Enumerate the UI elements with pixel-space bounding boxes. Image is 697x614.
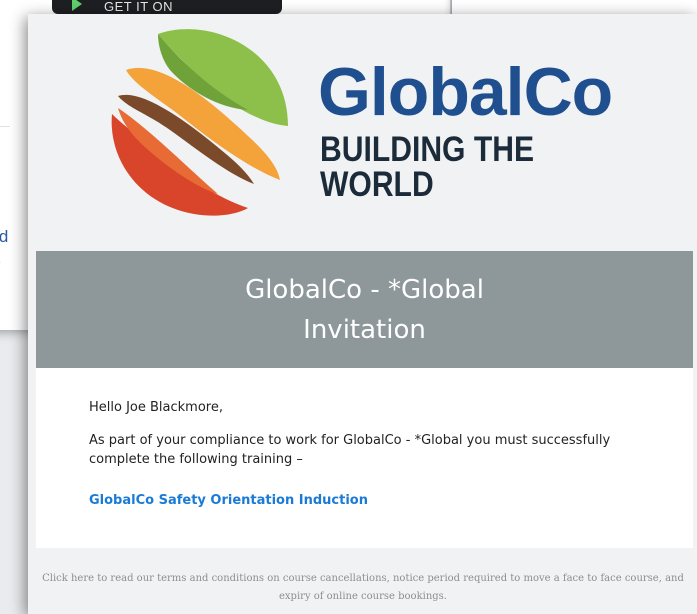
logo-header: GlobalCo BUILDING THE WORLD [28,14,697,251]
background-text-line-2: ws [0,250,1,270]
email-body: Hello Joe Blackmore, As part of your com… [36,368,693,548]
terms-and-conditions-link[interactable]: Click here to read our terms and conditi… [38,570,688,606]
brand-tagline: BUILDING THE WORLD [320,130,535,204]
course-link[interactable]: GlobalCo Safety Orientation Induction [89,493,368,508]
store-badge-label: GET IT ON [104,0,174,14]
globalco-logo-icon [111,29,288,216]
compliance-message: As part of your compliance to work for G… [89,433,611,467]
play-store-icon [72,0,82,11]
email-card: GlobalCo BUILDING THE WORLD GlobalCo - *… [28,14,697,614]
banner-title: GlobalCo - *Global Invitation [245,274,484,345]
brand-name: GlobalCo [318,54,613,130]
background-divider [0,126,10,127]
invitation-banner: GlobalCo - *Global Invitation [36,251,693,368]
background-text-line-1: eed [0,227,9,246]
greeting-text: Hello Joe Blackmore, [89,400,223,415]
get-it-on-google-play-badge[interactable]: GET IT ON [52,0,282,14]
